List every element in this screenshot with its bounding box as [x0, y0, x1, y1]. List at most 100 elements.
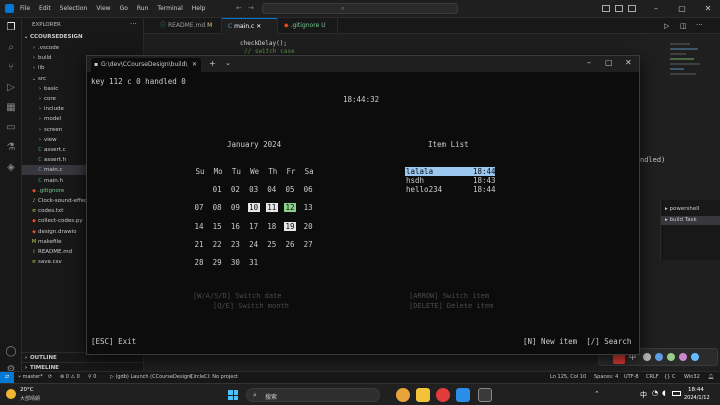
item-list-row[interactable]: hello234 18:44 — [405, 185, 496, 194]
calendar-day[interactable]: 02 — [229, 185, 241, 194]
calendar-day[interactable]: 07 — [193, 203, 205, 212]
minimap[interactable] — [670, 40, 710, 160]
menu-item-run[interactable]: Run — [137, 5, 149, 12]
calendar-day[interactable]: 03 — [248, 185, 260, 194]
terminal-body[interactable]: key 112 c 0 handled 0 18:44:32 January 2… — [87, 72, 639, 354]
ports-status[interactable]: ⚲ 0 — [88, 372, 96, 383]
calendar-day[interactable]: 11 — [265, 203, 278, 213]
tray-app-icon[interactable] — [643, 353, 651, 361]
split-editor-icon[interactable]: ◫ — [680, 22, 687, 30]
menu-item-view[interactable]: View — [96, 5, 110, 12]
close-button[interactable]: ✕ — [625, 58, 632, 67]
calendar-day[interactable]: 15 — [211, 222, 223, 231]
cursor-position[interactable]: Ln 125, Col 10 — [550, 372, 586, 383]
calendar-day[interactable]: 04 — [266, 185, 278, 194]
calendar-day[interactable]: 09 — [229, 203, 241, 212]
new-tab-icon[interactable]: + — [209, 59, 216, 68]
sync-icon[interactable]: ⟳ — [48, 372, 52, 383]
terminal-item-build[interactable]: ▸ build Task — [661, 216, 720, 225]
search-icon[interactable]: ⌕ — [4, 42, 18, 54]
menu-item-edit[interactable]: Edit — [39, 5, 51, 12]
maximize-button[interactable]: ▢ — [668, 0, 696, 18]
item-list-row[interactable]: lalala 18:44 — [405, 167, 496, 176]
calendar-day[interactable]: 13 — [302, 203, 314, 212]
problems-status[interactable]: ⊗ 0 ⚠ 0 — [60, 372, 80, 383]
testing-icon[interactable]: ⚗ — [4, 142, 18, 154]
circleci-status[interactable]: CircleCI: No project — [190, 372, 238, 383]
calendar-day[interactable]: 10 — [247, 203, 260, 213]
extensions-icon[interactable]: ▦ — [4, 102, 18, 114]
start-icon[interactable] — [228, 390, 238, 400]
calendar-grid[interactable]: Su Mo Tu We Th Fr Sa 01 02 03 04 05 06 07 08 09 10 11 12 13… — [193, 167, 323, 267]
menu-item-go[interactable]: Go — [120, 5, 128, 12]
minimize-button[interactable]: – — [642, 0, 670, 18]
taskbar-search[interactable]: ⌕ 搜索 — [246, 388, 380, 402]
explorer-root[interactable]: ⌄ CCOURSEDESIGN — [22, 32, 144, 42]
calendar-day[interactable]: 29 — [211, 258, 223, 267]
battery-icon[interactable] — [672, 391, 681, 396]
menu-item-file[interactable]: File — [20, 5, 30, 12]
calendar-day[interactable]: 17 — [248, 222, 260, 231]
calendar-day[interactable]: 21 — [193, 240, 205, 249]
taskbar-time[interactable]: 18:44 — [688, 387, 704, 393]
weather-temp[interactable]: 20°C — [20, 387, 34, 393]
command-center-search[interactable]: ⌕ — [262, 3, 458, 14]
menu-item-terminal[interactable]: Terminal — [157, 5, 182, 12]
tray-app-icon[interactable] — [667, 353, 675, 361]
calendar-day[interactable]: 01 — [211, 185, 223, 194]
tab-gitignore[interactable]: ◆ .gitignore U — [278, 18, 338, 34]
bell-icon[interactable]: 🔔︎ — [708, 372, 714, 383]
close-icon[interactable]: ✕ — [192, 58, 197, 72]
tab-readme[interactable]: ⓘ README.md M — [154, 18, 222, 34]
minimize-button[interactable]: – — [587, 58, 591, 67]
nav-forward-icon[interactable]: → — [248, 4, 254, 12]
calendar-day[interactable]: 05 — [284, 185, 296, 194]
run-debug-icon[interactable]: ▷ — [4, 82, 18, 94]
menu-item-selection[interactable]: Selection — [60, 5, 88, 12]
tray-app-icon[interactable] — [655, 353, 663, 361]
calendar-day[interactable]: 24 — [248, 240, 260, 249]
panel-toggle-icon[interactable] — [615, 5, 623, 12]
calendar-day[interactable]: 16 — [229, 222, 241, 231]
tray-chevron-icon[interactable]: ⌃ — [594, 390, 600, 398]
calendar-day[interactable]: 22 — [211, 240, 223, 249]
chevron-down-icon[interactable]: ⌄ — [225, 59, 231, 67]
volume-icon[interactable]: ◖ — [662, 389, 666, 397]
tray-app-icon[interactable] — [679, 353, 687, 361]
launch-status[interactable]: ▷ (gdb) Launch (CCourseDesign) — [110, 372, 192, 383]
close-button[interactable]: ✕ — [694, 0, 720, 18]
terminal-window[interactable]: ▪ G:\dev\CCourseDesign\build\ ✕ + ⌄ – ▢ … — [86, 55, 640, 355]
account-icon[interactable]: ◯ — [4, 346, 18, 358]
browser-icon[interactable] — [396, 388, 410, 402]
sidebar-toggle-icon[interactable] — [628, 5, 636, 12]
taskbar-date[interactable]: 2024/1/12 — [684, 395, 710, 401]
input-method-indicator[interactable]: 中 — [640, 390, 647, 400]
nav-back-icon[interactable]: ← — [236, 4, 242, 12]
more-actions-icon[interactable]: ··· — [696, 21, 703, 29]
calendar-day[interactable]: 08 — [211, 203, 223, 212]
calendar-day[interactable]: 27 — [302, 240, 314, 249]
calendar-day[interactable]: 19 — [284, 221, 296, 231]
vscode-icon[interactable] — [456, 388, 470, 402]
platform[interactable]: Win32 — [684, 372, 700, 383]
source-control-icon[interactable]: ⑂ — [4, 62, 18, 74]
weather-icon[interactable] — [6, 389, 16, 399]
calendar-day[interactable]: 26 — [284, 240, 296, 249]
encoding[interactable]: UTF-8 — [624, 372, 639, 383]
tab-main-c[interactable]: C main.c ✕ — [222, 18, 278, 34]
layout-toggle-icon[interactable] — [602, 5, 610, 12]
branch-status[interactable]: ⑂ master* — [18, 372, 43, 383]
file-explorer-icon[interactable] — [416, 388, 430, 402]
calendar-day[interactable]: 28 — [193, 258, 205, 267]
maximize-button[interactable]: ▢ — [605, 58, 613, 67]
calendar-day[interactable]: 20 — [302, 222, 314, 231]
explorer-icon[interactable]: ❐ — [4, 22, 18, 34]
close-icon[interactable]: ✕ — [256, 23, 261, 30]
item-list-row[interactable]: hsdh 18:43 — [405, 176, 496, 185]
indentation[interactable]: Spaces: 4 — [594, 372, 618, 383]
calendar-day[interactable]: 18 — [266, 222, 278, 231]
item-list[interactable]: lalala 18:44 hsdh 18:43 hello234 18:44 — [405, 167, 497, 197]
line-ending[interactable]: CRLF — [646, 372, 659, 383]
calendar-day[interactable]: 14 — [193, 222, 205, 231]
tree-item[interactable]: › .vscode — [22, 43, 144, 53]
